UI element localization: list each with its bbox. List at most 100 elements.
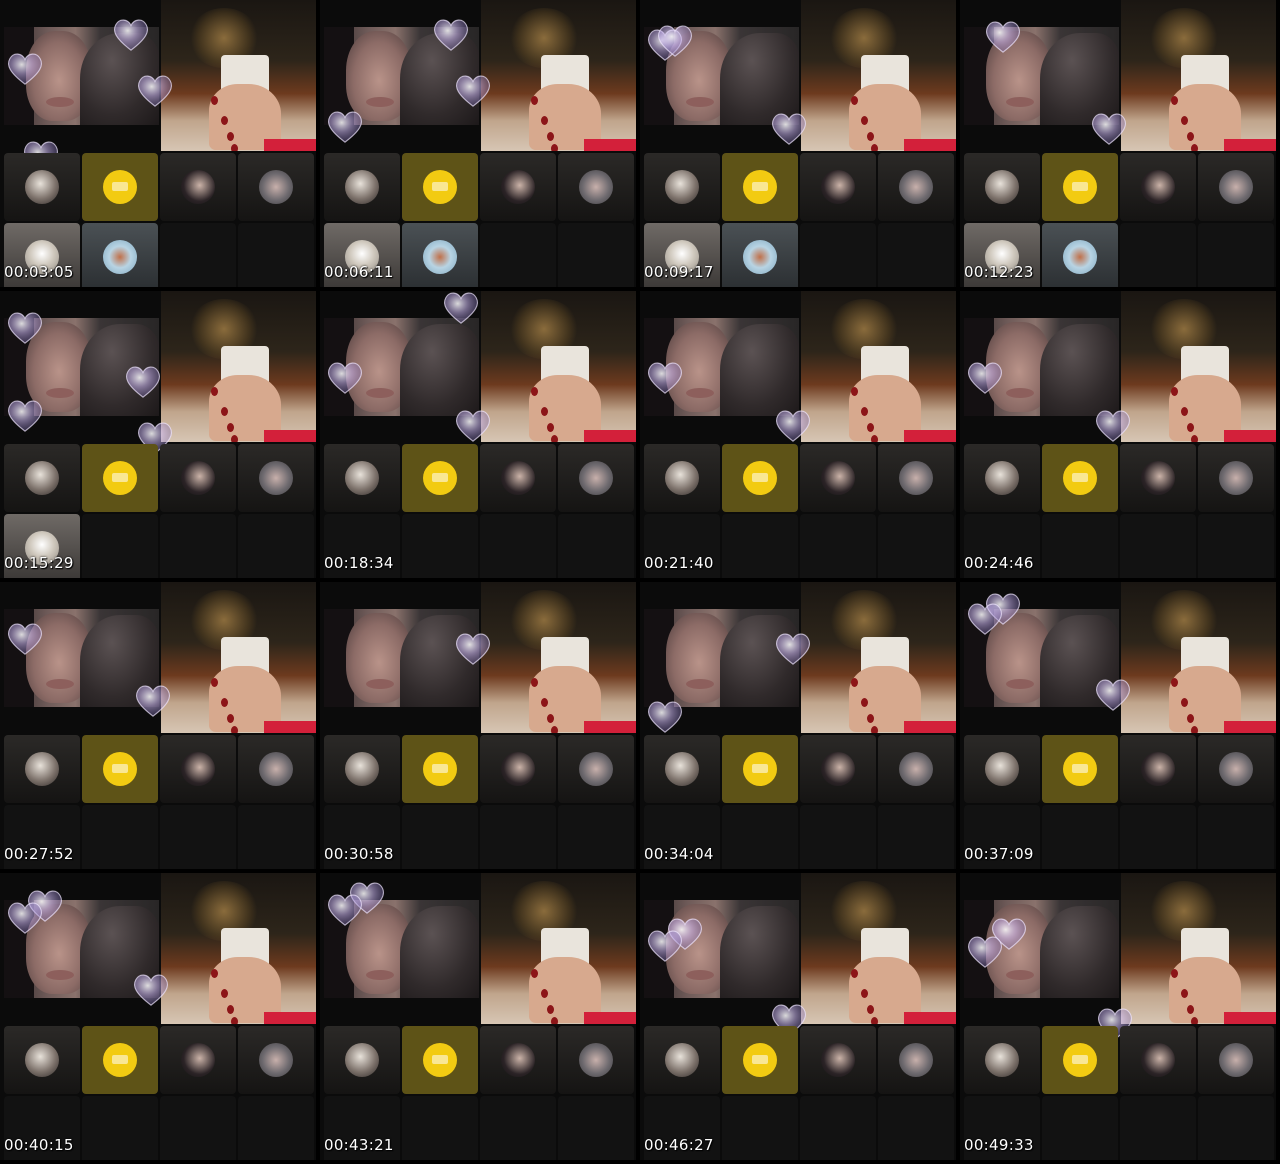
participant-cell[interactable] [4,735,80,803]
participant-cell[interactable] [1120,735,1196,803]
participant-cell[interactable] [480,153,556,221]
participant-cell[interactable] [238,153,314,221]
participant-cell[interactable] [964,153,1040,221]
participant-cell[interactable] [160,735,236,803]
red-sticker [904,139,956,151]
participant-cell[interactable] [1198,1026,1274,1094]
video-frame-thumbnail[interactable]: 00:15:29 [0,291,316,578]
participant-cell[interactable] [4,1026,80,1094]
avatar [1063,1043,1097,1077]
participant-cell[interactable] [402,153,478,221]
participant-cell[interactable] [82,223,158,287]
video-frame-thumbnail[interactable]: 00:24:46 [960,291,1276,578]
participant-cell[interactable] [878,153,954,221]
participant-cell[interactable] [878,444,954,512]
participant-cell[interactable] [644,735,720,803]
participant-cell[interactable] [4,153,80,221]
participant-cell[interactable] [1120,153,1196,221]
red-sticker [904,721,956,733]
participant-cell[interactable] [82,153,158,221]
avatar [743,752,777,786]
red-nail [227,132,234,141]
participant-cell[interactable] [558,735,634,803]
participant-cell[interactable] [878,735,954,803]
participant-cell[interactable] [1198,444,1274,512]
participant-cell[interactable] [238,735,314,803]
participant-cell[interactable] [82,444,158,512]
participant-cell[interactable] [644,444,720,512]
video-frame-thumbnail[interactable]: 00:46:27 [640,873,956,1160]
video-frame-thumbnail[interactable]: 00:34:04 [640,582,956,869]
video-frame-thumbnail[interactable]: 00:03:05 [0,0,316,287]
video-frame-thumbnail[interactable]: 00:27:52 [0,582,316,869]
participant-cell[interactable] [964,444,1040,512]
participant-cell[interactable] [160,153,236,221]
video-frame-thumbnail[interactable]: 00:43:21 [320,873,636,1160]
avatar [579,170,613,204]
participant-cell[interactable] [722,153,798,221]
participant-cell[interactable] [480,444,556,512]
video-frame-thumbnail[interactable]: 00:30:58 [320,582,636,869]
participant-video-portrait [4,27,159,125]
participant-cell[interactable] [402,223,478,287]
red-nail [541,407,548,416]
video-frame-thumbnail[interactable]: 00:12:23 [960,0,1276,287]
participant-cell[interactable] [1042,1026,1118,1094]
participant-cell[interactable] [480,1026,556,1094]
participant-cell[interactable] [800,444,876,512]
participant-cell[interactable] [238,444,314,512]
video-frame-thumbnail[interactable]: 00:37:09 [960,582,1276,869]
participant-cell[interactable] [402,735,478,803]
red-sticker [1224,1012,1276,1024]
participant-cell[interactable] [644,1026,720,1094]
participant-cell[interactable] [558,444,634,512]
video-frame-thumbnail[interactable]: 00:21:40 [640,291,956,578]
video-frame-thumbnail[interactable]: 00:18:34 [320,291,636,578]
participant-cell[interactable] [1042,735,1118,803]
red-nail [541,989,548,998]
participant-cell[interactable] [82,735,158,803]
frame-timestamp: 00:27:52 [4,845,74,863]
participant-cell[interactable] [964,1026,1040,1094]
video-frame-thumbnail[interactable]: 00:40:15 [0,873,316,1160]
participant-cell[interactable] [1120,444,1196,512]
video-frame-thumbnail[interactable]: 00:09:17 [640,0,956,287]
participant-cell[interactable] [1198,735,1274,803]
participant-cell[interactable] [4,444,80,512]
participant-cell[interactable] [800,1026,876,1094]
participant-cell[interactable] [1042,444,1118,512]
video-frame-thumbnail[interactable]: 00:06:11 [320,0,636,287]
avatar [821,170,855,204]
participant-cell[interactable] [878,1026,954,1094]
participant-cell[interactable] [1198,153,1274,221]
participant-cell[interactable] [722,223,798,287]
participant-cell[interactable] [1042,153,1118,221]
participant-cell[interactable] [558,153,634,221]
portrait-lips [686,970,714,980]
avatar [1219,752,1253,786]
participant-cell[interactable] [160,1026,236,1094]
participant-cell[interactable] [964,735,1040,803]
participant-cell[interactable] [324,444,400,512]
participant-cell[interactable] [238,1026,314,1094]
avatar [743,1043,777,1077]
video-frame-thumbnail[interactable]: 00:49:33 [960,873,1276,1160]
participant-cell[interactable] [722,444,798,512]
participant-cell[interactable] [800,153,876,221]
participant-cell[interactable] [402,444,478,512]
participant-cell[interactable] [558,1026,634,1094]
empty-cell [1120,805,1196,869]
participant-cell[interactable] [722,735,798,803]
participant-cell[interactable] [480,735,556,803]
participant-cell[interactable] [82,1026,158,1094]
participant-cell[interactable] [800,735,876,803]
participant-cell[interactable] [722,1026,798,1094]
participant-cell[interactable] [644,153,720,221]
participant-cell[interactable] [1120,1026,1196,1094]
participant-cell[interactable] [324,735,400,803]
participant-cell[interactable] [324,1026,400,1094]
participant-cell[interactable] [402,1026,478,1094]
participant-cell[interactable] [160,444,236,512]
participant-cell[interactable] [324,153,400,221]
participant-cell[interactable] [1042,223,1118,287]
